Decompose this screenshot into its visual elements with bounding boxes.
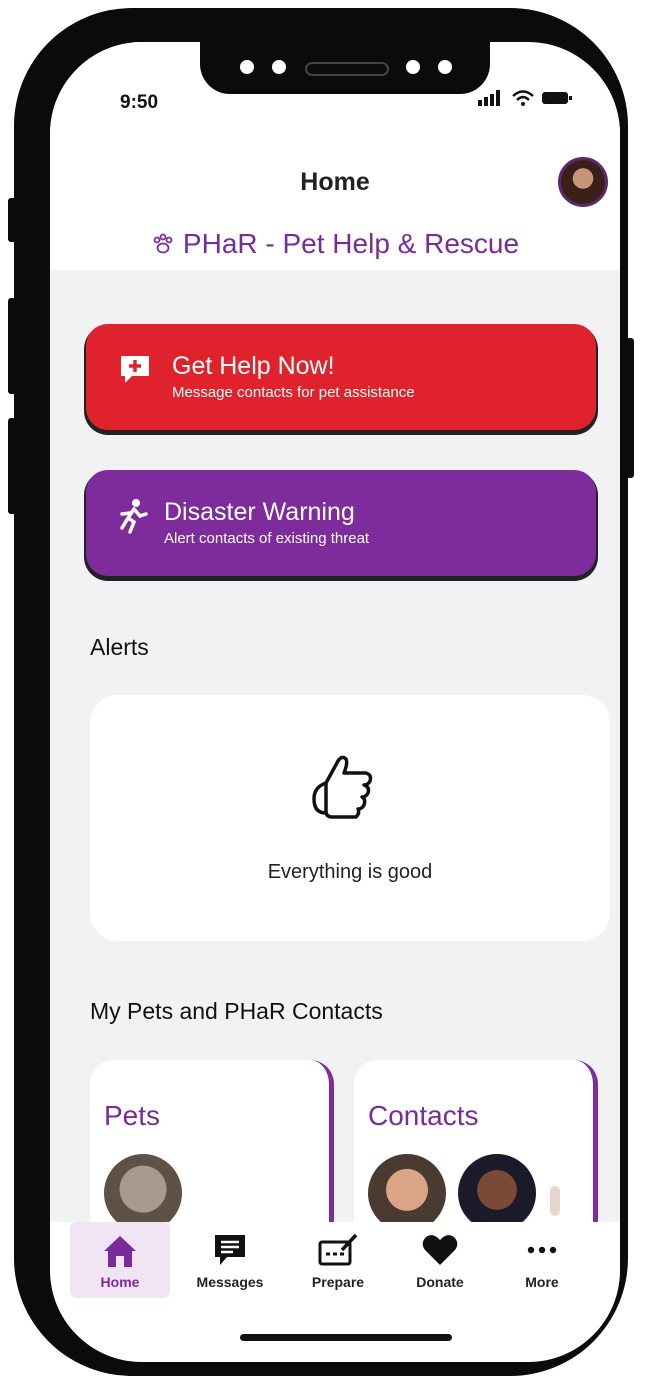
notch bbox=[200, 42, 490, 94]
tab-messages[interactable]: Messages bbox=[180, 1222, 280, 1298]
mute-switch bbox=[8, 198, 16, 242]
tab-bar: Home Messages Prepare Donate More bbox=[50, 1222, 620, 1362]
tab-donate-label: Donate bbox=[416, 1274, 464, 1290]
page-title: Home bbox=[300, 168, 370, 196]
power-button bbox=[626, 338, 634, 478]
more-icon bbox=[527, 1246, 557, 1254]
thumbs-up-icon bbox=[312, 755, 373, 819]
message-plus-icon bbox=[121, 356, 149, 383]
heart-icon bbox=[422, 1235, 458, 1265]
paw-icon bbox=[153, 233, 173, 254]
tab-donate[interactable]: Donate bbox=[390, 1222, 490, 1298]
tab-home-label: Home bbox=[100, 1274, 140, 1290]
signal-icon bbox=[478, 90, 500, 106]
checklist-icon bbox=[318, 1233, 358, 1266]
pets-contacts-heading: My Pets and PHaR Contacts bbox=[90, 998, 383, 1024]
tab-more[interactable]: More bbox=[492, 1222, 592, 1298]
contacts-label: Contacts bbox=[368, 1100, 479, 1131]
battery-icon bbox=[542, 92, 572, 104]
pet-photo[interactable] bbox=[104, 1154, 182, 1232]
tab-messages-label: Messages bbox=[196, 1274, 264, 1290]
wifi-icon bbox=[512, 90, 534, 106]
get-help-title: Get Help Now! bbox=[172, 352, 335, 380]
disaster-warning-subtitle: Alert contacts of existing threat bbox=[164, 530, 370, 547]
home-icon bbox=[104, 1236, 136, 1267]
phone-frame: 9:50 Home PHaR - Pet Help & Rescue Get H… bbox=[8, 8, 634, 1376]
contact-avatar[interactable] bbox=[368, 1154, 446, 1232]
tab-home[interactable]: Home bbox=[70, 1222, 170, 1298]
status-time: 9:50 bbox=[120, 92, 159, 113]
volume-up-button bbox=[8, 298, 16, 394]
app-name-text: PHaR - Pet Help & Rescue bbox=[182, 228, 520, 259]
avatar[interactable] bbox=[558, 157, 608, 207]
disaster-warning-button[interactable]: Disaster Warning Alert contacts of exist… bbox=[86, 470, 596, 576]
home-indicator[interactable] bbox=[240, 1334, 452, 1341]
alerts-message: Everything is good bbox=[267, 861, 433, 883]
header: 9:50 Home PHaR - Pet Help & Rescue bbox=[50, 42, 620, 270]
tab-prepare[interactable]: Prepare bbox=[288, 1222, 388, 1298]
contact-avatar[interactable] bbox=[550, 1186, 560, 1216]
message-icon bbox=[215, 1235, 245, 1265]
running-person-icon bbox=[120, 499, 148, 534]
volume-down-button bbox=[8, 418, 16, 514]
get-help-button[interactable]: Get Help Now! Message contacts for pet a… bbox=[86, 324, 596, 430]
status-icons bbox=[478, 90, 572, 106]
app-title: PHaR - Pet Help & Rescue bbox=[50, 228, 620, 260]
contact-avatar[interactable] bbox=[458, 1154, 536, 1232]
alerts-heading: Alerts bbox=[90, 634, 149, 660]
pets-label: Pets bbox=[104, 1100, 161, 1131]
get-help-subtitle: Message contacts for pet assistance bbox=[172, 384, 415, 401]
disaster-warning-title: Disaster Warning bbox=[164, 498, 355, 526]
alerts-card: Everything is good bbox=[90, 695, 610, 941]
contacts-card[interactable]: Contacts bbox=[354, 1060, 598, 1240]
tab-more-label: More bbox=[525, 1274, 559, 1290]
tab-prepare-label: Prepare bbox=[311, 1274, 365, 1290]
screen: 9:50 Home PHaR - Pet Help & Rescue Get H… bbox=[50, 42, 620, 1362]
pets-card[interactable]: Pets bbox=[90, 1060, 334, 1240]
